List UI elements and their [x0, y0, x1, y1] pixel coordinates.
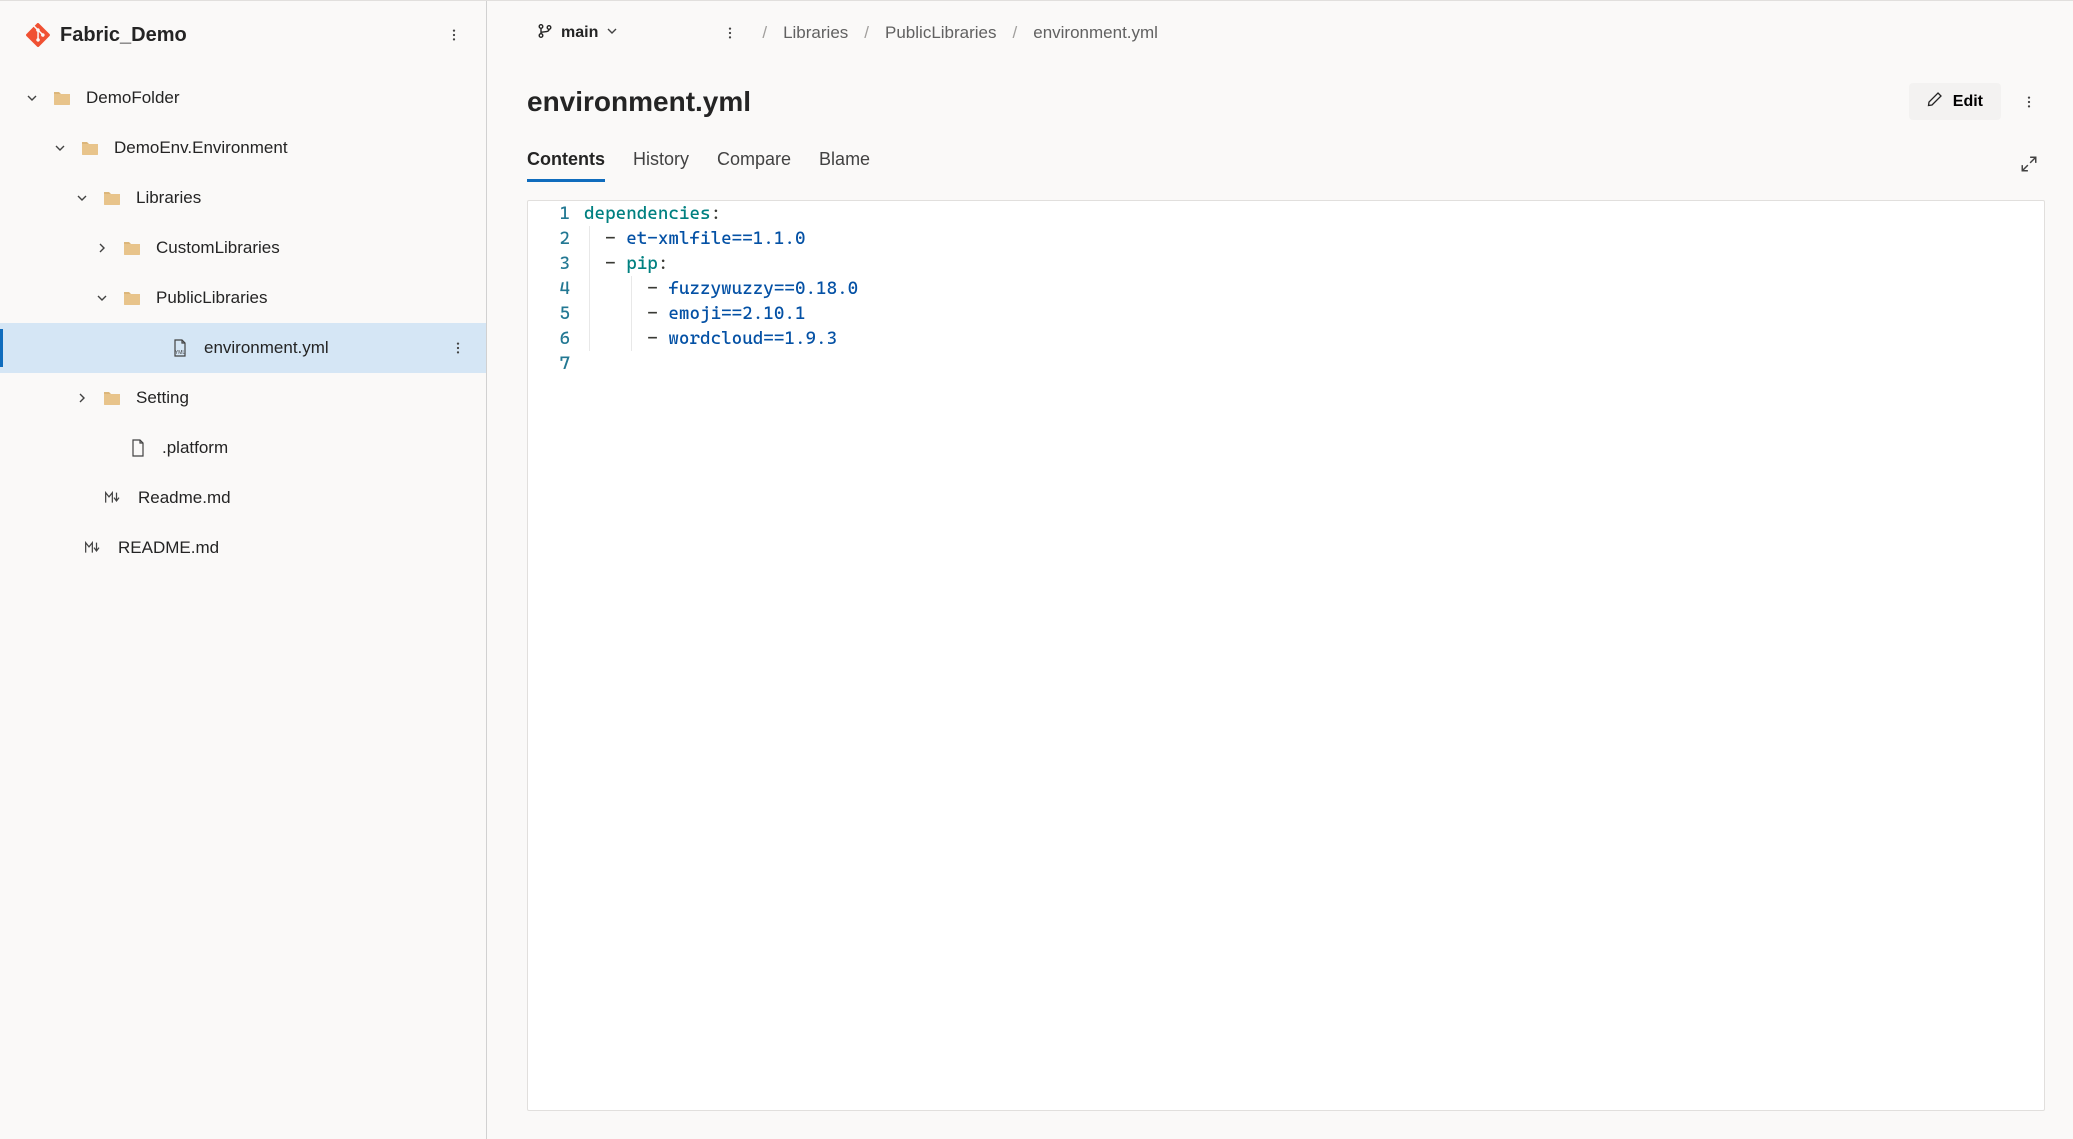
tabs: Contents History Compare Blame — [527, 148, 2045, 180]
tree-item-label: README.md — [118, 538, 219, 558]
code-content: - emoji==2.10.1 — [584, 301, 805, 326]
file-icon — [128, 438, 148, 458]
chevron-none — [76, 490, 92, 506]
code-content: dependencies: — [584, 201, 721, 226]
branch-name: main — [561, 24, 598, 42]
line-number: 1 — [528, 201, 584, 226]
chevron-none — [142, 340, 158, 356]
folder-icon — [102, 388, 122, 408]
repo-header: Fabric_Demo — [0, 1, 486, 69]
line-number: 6 — [528, 326, 584, 351]
file-tree: DemoFolder DemoEnv.Environment Libraries Cu… — [0, 69, 486, 573]
code-line: 5 - emoji==2.10.1 — [528, 301, 2044, 326]
tree-item[interactable]: Readme.md — [0, 473, 486, 523]
edit-label: Edit — [1953, 93, 1983, 111]
tree-item-label: CustomLibraries — [156, 238, 280, 258]
tree-item-label: environment.yml — [204, 338, 329, 358]
folder-icon — [122, 288, 142, 308]
tree-item[interactable]: .platform — [0, 423, 486, 473]
line-number: 2 — [528, 226, 584, 251]
code-content: - pip: — [584, 251, 668, 276]
toolbar: main /Libraries/PublicLibraries/environm… — [527, 1, 2045, 65]
code-line: 2 - et-xmlfile==1.1.0 — [528, 226, 2044, 251]
code-line: 6 - wordcloud==1.9.3 — [528, 326, 2044, 351]
branch-selector[interactable]: main — [527, 17, 628, 50]
code-viewer[interactable]: 1dependencies:2 - et-xmlfile==1.1.03 - p… — [527, 200, 2045, 1111]
chevron-none — [56, 540, 72, 556]
breadcrumb-item[interactable]: PublicLibraries — [885, 23, 997, 43]
repo-more-button[interactable] — [438, 19, 470, 51]
line-number: 4 — [528, 276, 584, 301]
code-content: - fuzzywuzzy==0.18.0 — [584, 276, 858, 301]
tab-contents[interactable]: Contents — [527, 149, 605, 180]
tree-item[interactable]: PublicLibraries — [0, 273, 486, 323]
yml-file-icon: YML — [170, 338, 190, 358]
chevron-right-icon[interactable] — [94, 240, 110, 256]
tree-item[interactable]: Setting — [0, 373, 486, 423]
tree-item-label: Readme.md — [138, 488, 231, 508]
breadcrumb: /Libraries/PublicLibraries/environment.y… — [762, 23, 1158, 43]
code-content: - et-xmlfile==1.1.0 — [584, 226, 805, 251]
tree-item-label: Setting — [136, 388, 189, 408]
tree-item-label: DemoEnv.Environment — [114, 138, 288, 158]
tree-item[interactable]: YML environment.yml — [0, 323, 486, 373]
folder-icon — [122, 238, 142, 258]
repo-name: Fabric_Demo — [60, 24, 187, 47]
chevron-down-icon[interactable] — [94, 290, 110, 306]
markdown-icon — [104, 488, 124, 508]
tab-blame[interactable]: Blame — [819, 149, 870, 180]
svg-text:YML: YML — [175, 350, 186, 356]
tab-compare[interactable]: Compare — [717, 149, 791, 180]
pencil-icon — [1927, 91, 1943, 112]
code-line: 7 — [528, 351, 2044, 376]
tree-item-more-button[interactable] — [442, 332, 474, 364]
markdown-icon — [84, 538, 104, 558]
tree-item[interactable]: CustomLibraries — [0, 223, 486, 273]
tree-item-label: Libraries — [136, 188, 201, 208]
file-more-button[interactable] — [2013, 86, 2045, 118]
chevron-down-icon[interactable] — [24, 90, 40, 106]
file-title: environment.yml — [527, 86, 751, 118]
folder-icon — [80, 138, 100, 158]
chevron-right-icon[interactable] — [74, 390, 90, 406]
chevron-down-icon[interactable] — [74, 190, 90, 206]
line-number: 3 — [528, 251, 584, 276]
edit-button[interactable]: Edit — [1909, 83, 2001, 120]
code-line: 4 - fuzzywuzzy==0.18.0 — [528, 276, 2044, 301]
tree-item[interactable]: README.md — [0, 523, 486, 573]
tree-item[interactable]: DemoEnv.Environment — [0, 123, 486, 173]
code-line: 3 - pip: — [528, 251, 2044, 276]
tree-item-label: PublicLibraries — [156, 288, 268, 308]
breadcrumb-item[interactable]: Libraries — [783, 23, 848, 43]
tab-history[interactable]: History — [633, 149, 689, 180]
chevron-down-icon — [606, 24, 618, 42]
breadcrumb-item[interactable]: environment.yml — [1033, 23, 1158, 43]
chevron-none — [100, 440, 116, 456]
folder-icon — [52, 88, 72, 108]
tree-item[interactable]: Libraries — [0, 173, 486, 223]
folder-icon — [102, 188, 122, 208]
tree-item-label: DemoFolder — [86, 88, 180, 108]
line-number: 7 — [528, 351, 584, 376]
tree-item[interactable]: DemoFolder — [0, 73, 486, 123]
branch-icon — [537, 23, 553, 44]
code-line: 1dependencies: — [528, 201, 2044, 226]
code-content: - wordcloud==1.9.3 — [584, 326, 837, 351]
toolbar-more-button[interactable] — [714, 17, 746, 49]
line-number: 5 — [528, 301, 584, 326]
tree-item-label: .platform — [162, 438, 228, 458]
git-icon — [26, 23, 50, 47]
chevron-down-icon[interactable] — [52, 140, 68, 156]
main-panel: main /Libraries/PublicLibraries/environm… — [487, 1, 2073, 1139]
expand-button[interactable] — [2013, 148, 2045, 180]
sidebar: Fabric_Demo DemoFolder DemoEnv.Environmen… — [0, 1, 487, 1139]
